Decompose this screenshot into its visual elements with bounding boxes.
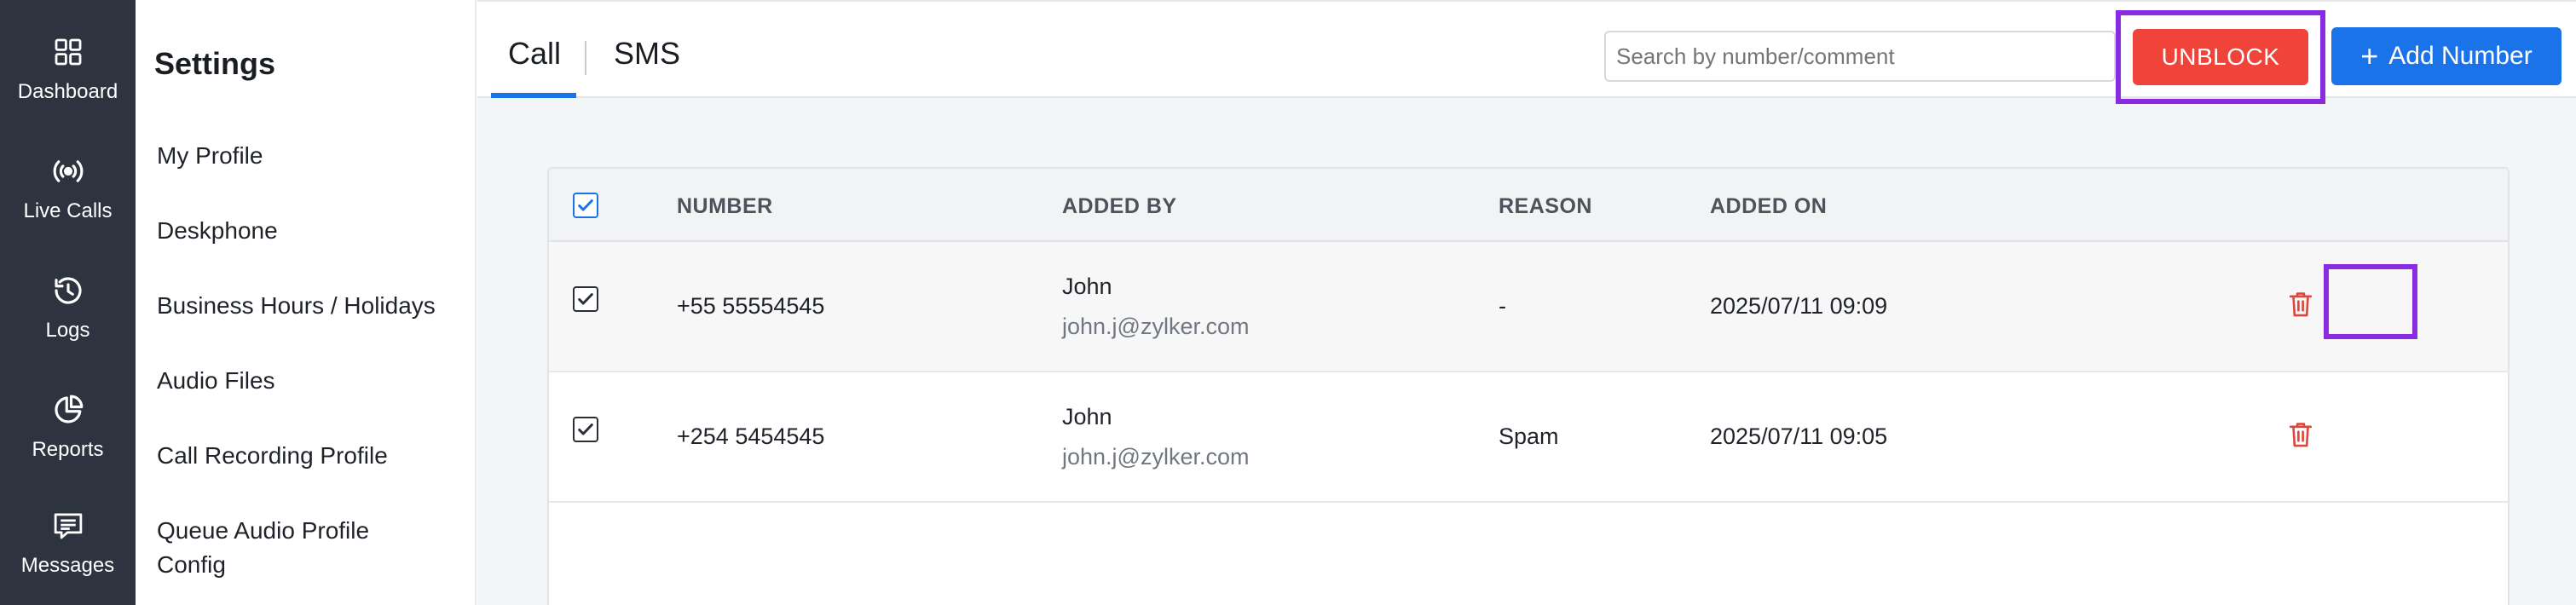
table-header: NUMBER ADDED BY REASON ADDED ON	[549, 169, 2508, 242]
row-added-by-name: John	[1062, 274, 1112, 299]
blocked-numbers-table: NUMBER ADDED BY REASON ADDED ON +55 5555…	[547, 167, 2510, 605]
row-added-by-name: John	[1062, 404, 1112, 429]
settings-title: Settings	[154, 46, 276, 81]
tab-divider	[585, 41, 586, 75]
tab-sms[interactable]: SMS	[614, 36, 680, 72]
rail-label-messages: Messages	[20, 554, 115, 577]
unblock-button[interactable]: UNBLOCK	[2133, 29, 2308, 85]
rail-item-logs[interactable]: Logs	[0, 273, 136, 343]
settings-item-my-profile[interactable]: My Profile	[157, 139, 464, 173]
row-reason: Spam	[1499, 424, 1559, 449]
table-row[interactable]: +254 5454545 John john.j@zylker.com Spam…	[549, 372, 2508, 503]
trash-icon[interactable]	[2287, 420, 2314, 449]
plus-icon: +	[2360, 38, 2379, 73]
rail-label-logs: Logs	[45, 319, 90, 342]
settings-item-business-hours[interactable]: Business Hours / Holidays	[157, 289, 464, 323]
column-header-added-on[interactable]: ADDED ON	[1710, 194, 1827, 219]
row-checkbox[interactable]	[573, 286, 598, 312]
column-header-number[interactable]: NUMBER	[677, 194, 773, 219]
row-number: +55 55554545	[677, 293, 825, 319]
settings-item-call-recording-profile[interactable]: Call Recording Profile	[157, 439, 464, 473]
active-tab-indicator	[491, 93, 576, 98]
history-icon	[54, 277, 82, 304]
delete-highlight	[2324, 264, 2417, 339]
column-header-reason[interactable]: REASON	[1499, 194, 1592, 219]
row-number: +254 5454545	[677, 424, 825, 449]
settings-item-deskphone[interactable]: Deskphone	[157, 214, 464, 248]
trash-icon[interactable]	[2287, 290, 2314, 319]
row-added-on: 2025/07/11 09:05	[1710, 424, 1888, 449]
pie-chart-icon	[54, 395, 83, 424]
main-content: Call SMS UNBLOCK + Add Number NUMBER ADD…	[477, 0, 2576, 605]
tab-call[interactable]: Call	[508, 36, 561, 72]
column-header-added-by[interactable]: ADDED BY	[1062, 194, 1177, 219]
row-reason: -	[1499, 293, 1506, 319]
settings-item-queue-audio-profile[interactable]: Queue Audio Profile Config	[157, 514, 413, 582]
row-added-on: 2025/07/11 09:09	[1710, 293, 1888, 319]
rail-label-dashboard: Dashboard	[17, 80, 118, 103]
checkmark-icon	[578, 424, 593, 435]
message-icon	[54, 513, 82, 539]
rail-item-live-calls[interactable]: Live Calls	[0, 153, 136, 223]
broadcast-icon	[53, 160, 83, 182]
checkmark-icon	[578, 199, 593, 211]
top-bar: Call SMS UNBLOCK + Add Number	[477, 0, 2576, 104]
settings-item-audio-files[interactable]: Audio Files	[157, 364, 464, 398]
app-rail: Dashboard Live Calls Logs Reports Messag…	[0, 0, 136, 605]
add-number-label: Add Number	[2388, 42, 2533, 70]
dashboard-grid-icon	[55, 38, 81, 66]
table-row[interactable]: +55 55554545 John john.j@zylker.com - 20…	[549, 242, 2508, 372]
rail-item-messages[interactable]: Messages	[0, 508, 136, 578]
rail-item-reports[interactable]: Reports	[0, 392, 136, 462]
search-input[interactable]	[1604, 31, 2116, 82]
rail-item-dashboard[interactable]: Dashboard	[0, 34, 136, 104]
select-all-checkbox[interactable]	[573, 193, 598, 218]
rail-label-live-calls: Live Calls	[23, 199, 113, 222]
rail-label-reports: Reports	[32, 438, 104, 461]
row-added-by-email: john.j@zylker.com	[1062, 314, 1250, 339]
row-checkbox[interactable]	[573, 417, 598, 442]
settings-sidebar: Settings My Profile Deskphone Business H…	[136, 0, 477, 605]
row-added-by-email: john.j@zylker.com	[1062, 444, 1250, 470]
checkmark-icon	[578, 293, 593, 305]
add-number-button[interactable]: + Add Number	[2331, 27, 2562, 85]
